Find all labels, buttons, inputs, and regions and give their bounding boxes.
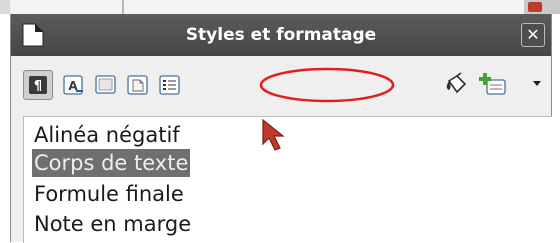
- fill-format-mode-icon: [446, 72, 467, 94]
- character-styles-button[interactable]: A: [61, 72, 87, 98]
- character-styles-icon: A: [63, 75, 83, 95]
- close-button[interactable]: ✕: [521, 23, 545, 47]
- list-styles-icon: [159, 75, 180, 95]
- frame-styles-button[interactable]: [93, 72, 119, 98]
- window-title: Styles et formatage: [185, 25, 377, 45]
- paragraph-styles-icon: ¶: [29, 76, 47, 94]
- background-edge: [0, 0, 10, 14]
- paragraph-styles-button[interactable]: ¶: [23, 70, 53, 100]
- background-divider: [122, 0, 124, 14]
- frame-styles-icon: [95, 75, 116, 94]
- list-item-corps-de-texte[interactable]: Corps de texte: [32, 149, 191, 177]
- background-red-icon: [528, 2, 542, 12]
- list-item-alinea-negatif[interactable]: Alinéa négatif: [32, 121, 182, 149]
- background-toolbar-corner: [524, 0, 560, 14]
- mouse-pointer-icon: [262, 118, 285, 151]
- fill-format-mode-button[interactable]: [443, 72, 469, 98]
- list-item-note-en-marge[interactable]: Note en marge: [32, 210, 193, 238]
- background-window-strip: [0, 0, 560, 14]
- page-styles-button[interactable]: [125, 72, 151, 98]
- new-style-from-selection-icon: [479, 73, 506, 95]
- page-styles-icon: [127, 75, 148, 95]
- title-bar[interactable]: Styles et formatage ✕: [11, 14, 551, 56]
- styles-formatting-panel: Styles et formatage ✕ ¶ A Alinéa négatif…: [10, 14, 552, 243]
- list-item-formule-finale[interactable]: Formule finale: [32, 180, 186, 208]
- new-style-from-selection-button[interactable]: [479, 72, 506, 98]
- styles-toolbar: ¶ A: [11, 56, 551, 110]
- svg-text:¶: ¶: [34, 79, 42, 94]
- dropdown-arrow-icon[interactable]: [533, 81, 541, 87]
- list-styles-button[interactable]: [157, 72, 183, 98]
